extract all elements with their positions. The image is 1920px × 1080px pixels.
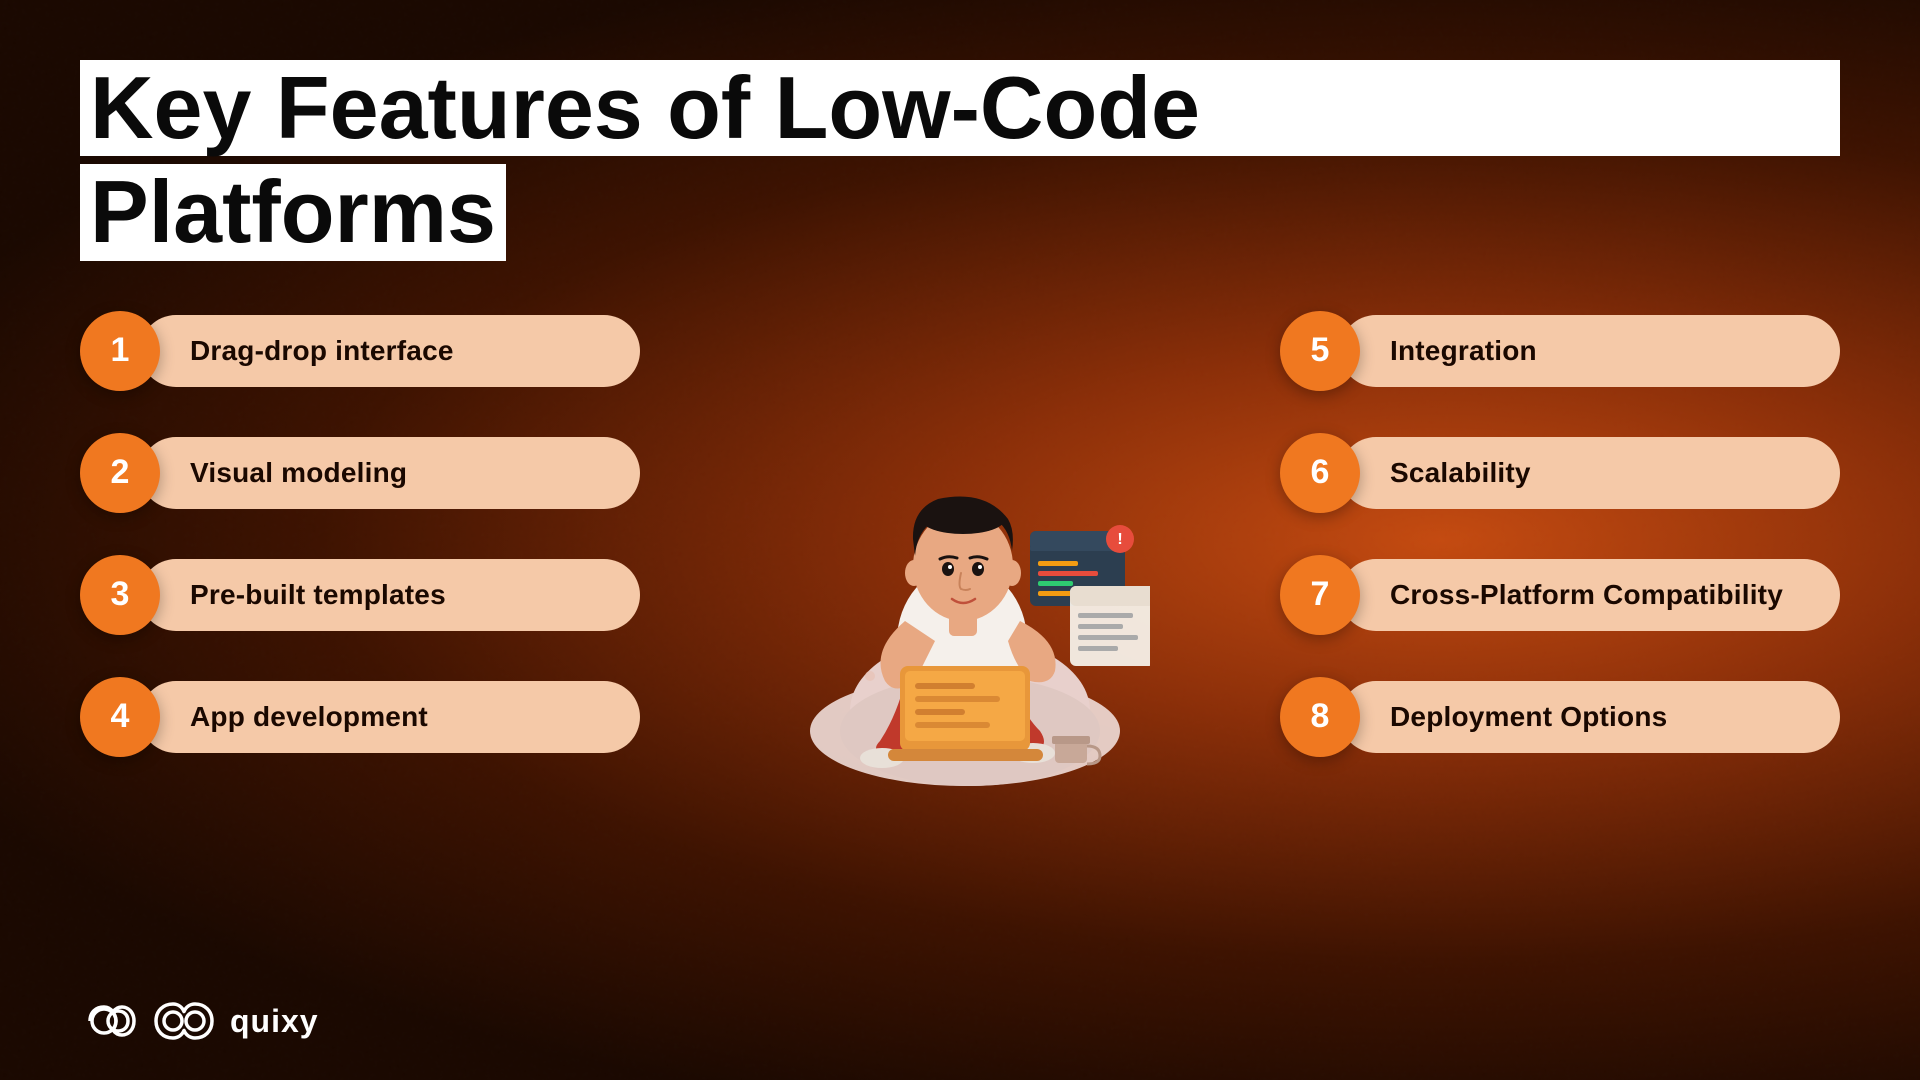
main-content: Key Features of Low-Code Platforms 1 Dra… (0, 0, 1920, 1080)
title-line2: Platforms (80, 164, 506, 260)
feature-item-7: 7 Cross-Platform Compatibility (1280, 555, 1840, 635)
feature-number-3: 3 (80, 555, 160, 635)
feature-label-7: Cross-Platform Compatibility (1340, 559, 1840, 631)
svg-text:!: ! (1117, 531, 1122, 548)
quixy-logo-icon (80, 1003, 136, 1039)
feature-number-2: 2 (80, 433, 160, 513)
feature-number-7: 7 (1280, 555, 1360, 635)
title-line1: Key Features of Low-Code (80, 60, 1840, 156)
right-features-column: 5 Integration 6 Scalability 7 Cross-Plat… (1280, 311, 1840, 757)
feature-item-3: 3 Pre-built templates (80, 555, 640, 635)
feature-number-6: 6 (1280, 433, 1360, 513)
feature-label-3: Pre-built templates (140, 559, 640, 631)
center-illustration: ! (640, 331, 1280, 831)
feature-label-6: Scalability (1340, 437, 1840, 509)
feature-item-1: 1 Drag-drop interface (80, 311, 640, 391)
feature-label-2: Visual modeling (140, 437, 640, 509)
feature-item-6: 6 Scalability (1280, 433, 1840, 513)
feature-number-4: 4 (80, 677, 160, 757)
feature-item-4: 4 App development (80, 677, 640, 757)
feature-item-8: 8 Deployment Options (1280, 677, 1840, 757)
quixy-logo-mark (148, 1002, 218, 1040)
feature-item-5: 5 Integration (1280, 311, 1840, 391)
logo: quixy (80, 1002, 319, 1040)
title-block: Key Features of Low-Code Platforms (80, 60, 1840, 261)
feature-number-8: 8 (1280, 677, 1360, 757)
features-layout: 1 Drag-drop interface 2 Visual modeling … (80, 311, 1840, 831)
left-features-column: 1 Drag-drop interface 2 Visual modeling … (80, 311, 640, 757)
feature-number-5: 5 (1280, 311, 1360, 391)
feature-label-4: App development (140, 681, 640, 753)
logo-text: quixy (230, 1003, 319, 1040)
feature-number-1: 1 (80, 311, 160, 391)
feature-label-1: Drag-drop interface (140, 315, 640, 387)
feature-label-8: Deployment Options (1340, 681, 1840, 753)
feature-label-5: Integration (1340, 315, 1840, 387)
feature-item-2: 2 Visual modeling (80, 433, 640, 513)
